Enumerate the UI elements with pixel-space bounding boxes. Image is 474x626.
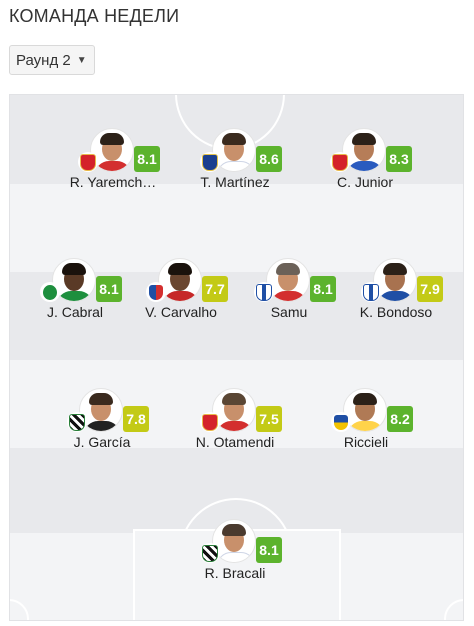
player-card[interactable]: 8.6 T. Martínez (180, 128, 290, 220)
player-card[interactable]: 8.1 R. Bracali (180, 519, 290, 611)
player-name: Riccieli (343, 434, 389, 450)
player-name: C. Junior (336, 174, 394, 190)
player-rating: 8.3 (386, 146, 412, 172)
pitch: 8.1 R. Yaremch… 8.6 T. Martínez 8.3 C. J… (9, 94, 464, 621)
player-name: N. Otamendi (195, 434, 275, 450)
player-rating: 8.1 (134, 146, 160, 172)
chevron-down-icon: ▼ (76, 54, 87, 66)
player-rating: 8.1 (310, 276, 336, 302)
player-card[interactable]: 8.1 R. Yaremch… (58, 128, 168, 220)
player-name: T. Martínez (200, 174, 270, 190)
page-title: КОМАНДА НЕДЕЛИ (9, 6, 180, 26)
club-crest-icon (331, 412, 351, 432)
player-card[interactable]: 8.2 Riccieli (311, 388, 421, 480)
player-name: J. García (73, 434, 131, 450)
player-name: R. Bracali (204, 565, 266, 581)
player-rating: 7.5 (256, 406, 282, 432)
player-card[interactable]: 7.9 K. Bondoso (341, 258, 451, 350)
club-crest-icon (200, 412, 220, 432)
player-card[interactable]: 7.5 N. Otamendi (180, 388, 290, 480)
club-crest-icon (200, 543, 220, 563)
player-rating: 8.1 (96, 276, 122, 302)
player-card[interactable]: 7.8 J. García (47, 388, 157, 480)
club-crest-icon (67, 412, 87, 432)
club-crest-icon (200, 152, 220, 172)
player-rating: 7.8 (123, 406, 149, 432)
club-crest-icon (254, 282, 274, 302)
player-name: K. Bondoso (359, 304, 433, 320)
club-crest-icon (361, 282, 381, 302)
player-rating: 8.2 (387, 406, 413, 432)
round-dropdown[interactable]: Раунд 2 ▼ (9, 45, 95, 75)
round-dropdown-label: Раунд 2 (16, 51, 71, 69)
club-crest-icon (146, 282, 166, 302)
club-crest-icon (40, 282, 60, 302)
club-crest-icon (330, 152, 350, 172)
player-card[interactable]: 8.3 C. Junior (310, 128, 420, 220)
club-crest-icon (78, 152, 98, 172)
player-rating: 7.7 (202, 276, 228, 302)
player-rating: 7.9 (417, 276, 443, 302)
player-rating: 8.6 (256, 146, 282, 172)
player-rating: 8.1 (256, 537, 282, 563)
